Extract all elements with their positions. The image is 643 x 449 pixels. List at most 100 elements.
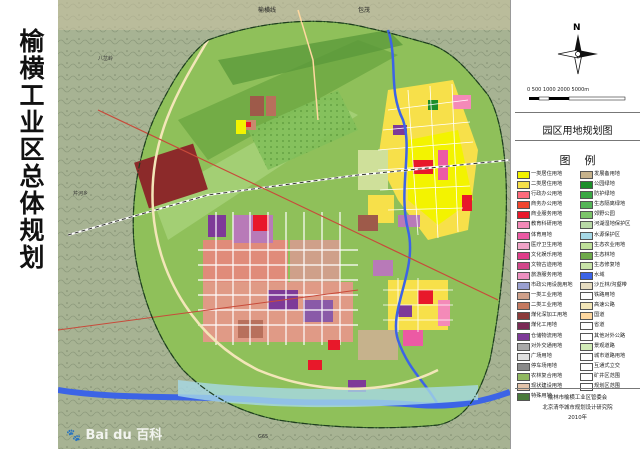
- legend-item: 现状建设用地: [517, 381, 579, 391]
- compass-icon: [557, 34, 598, 75]
- legend-heading: 图例: [559, 154, 610, 167]
- divider: [515, 112, 640, 113]
- legend-swatch: [580, 171, 593, 179]
- legend-swatch: [517, 181, 530, 190]
- legend-label: 国道: [594, 312, 605, 319]
- legend-item: 生态林地: [580, 250, 642, 260]
- legend-swatch: [517, 201, 530, 210]
- legend-label: 互通式立交: [594, 362, 620, 369]
- legend-item: 防护绿地: [580, 189, 642, 200]
- legend-swatch: [580, 251, 593, 260]
- legend-item: 国道: [580, 310, 642, 321]
- legend-label: 城市道路用地: [594, 352, 626, 359]
- legend-label: 煤化工用地: [531, 322, 557, 329]
- legend-item: 景观道路: [580, 341, 642, 351]
- legend-swatch: [517, 322, 530, 331]
- legend-label: 医疗卫生用地: [531, 241, 563, 248]
- legend-row: 现状建设用地 规划区范围: [517, 381, 641, 391]
- legend-label: 郊野公园: [594, 211, 615, 218]
- legend-label: 仓储物流用地: [531, 332, 563, 339]
- legend-row: 行政办公用地 防护绿地: [517, 189, 642, 200]
- legend-swatch: [580, 322, 593, 331]
- legend-grid: 一类居住用地 发展备用地二类居住用地 公园绿地 行政办公用地 防护绿地 商务办公用地 生态隔…: [517, 169, 642, 402]
- label-top-road-2: 包茂: [358, 6, 370, 14]
- yellow-block-top: [236, 120, 246, 134]
- legend-label: 文物古迹用地: [531, 261, 563, 268]
- legend-swatch: [517, 362, 530, 371]
- legend-swatch: [580, 312, 593, 321]
- legend-item: 水域: [580, 270, 642, 280]
- legend-item: 市政公用设施用地: [517, 280, 579, 291]
- map-canvas[interactable]: 榆横线 包茂 八岔岭 芹河乡 G65 🐾 Bai du 百科: [58, 0, 510, 449]
- legend-label: 公园绿地: [594, 181, 615, 188]
- legend-item: 停车场用地: [517, 361, 579, 371]
- legend-label: 二类居住用地: [531, 181, 563, 188]
- legend-label: 沙丘林/沟壑带: [594, 282, 627, 289]
- legend-item: 城市道路用地: [580, 351, 642, 361]
- legend-swatch: [517, 251, 530, 260]
- legend-row: 旅游服务用地 水域: [517, 270, 641, 280]
- legend-item: 铁路用地: [580, 290, 642, 301]
- legend-label: 河湖湿地保护区: [594, 221, 631, 228]
- legend-swatch: [517, 352, 530, 361]
- legend-row: 文化娱乐用地 生态林地: [517, 250, 641, 260]
- legend-swatch: [580, 332, 593, 341]
- legend-label: 生态隔离绿地: [594, 201, 626, 208]
- legend-label: 一类工业用地: [531, 292, 563, 299]
- legend-swatch: [517, 302, 530, 311]
- industrial-block-south2: [308, 360, 322, 370]
- legend-item: 旅游服务用地: [517, 270, 579, 280]
- legend-item: 煤化深加工用地: [517, 310, 579, 321]
- legend-swatch: [517, 292, 530, 301]
- legend-label: 省道: [594, 322, 605, 329]
- legend-swatch: [580, 302, 593, 311]
- legend-swatch: [517, 312, 530, 321]
- legend-swatch: [517, 282, 530, 291]
- baidu-paw-icon: 🐾: [66, 428, 81, 442]
- legend-row: 停车场用地 互通式立交: [517, 361, 641, 371]
- legend-swatch: [517, 221, 530, 230]
- legend-row: 市政公用设施用地 沙丘林/沟壑带: [517, 280, 641, 291]
- legend-label: 商业服务用地: [531, 211, 563, 218]
- legend-label: 现状建设用地: [531, 382, 563, 389]
- legend-label: 景观道路: [594, 342, 615, 349]
- legend-row: 煤化工用地 省道: [517, 320, 641, 331]
- legend-item: 二类工业用地: [517, 300, 579, 311]
- legend-item: 教育科研用地: [517, 219, 579, 230]
- legend-label: 教育科研用地: [531, 221, 563, 228]
- legend-swatch: [580, 241, 593, 250]
- legend-item: 发展备用地: [580, 169, 642, 179]
- label-bottom-road: G65: [258, 434, 268, 440]
- legend-label: 水源保护区: [594, 231, 620, 238]
- legend-item: 一类工业用地: [517, 290, 579, 301]
- legend-item: 水源保护区: [580, 230, 642, 240]
- legend-row: 广场用地 城市道路用地: [517, 351, 641, 361]
- legend-swatch: [517, 261, 530, 270]
- legend-item: 文化娱乐用地: [517, 250, 579, 260]
- legend-label: 商务办公用地: [531, 201, 563, 208]
- legend-row: 对外交通用地 景观道路: [517, 341, 641, 351]
- legend-swatch: [580, 282, 593, 291]
- legend-label: 矿井区范围: [594, 372, 620, 379]
- legend-row: 一类居住用地 发展备用地: [517, 169, 641, 179]
- label-left-village: 芹河乡: [73, 190, 88, 197]
- legend-label: 生态林地: [594, 251, 615, 258]
- legend-label: 防护绿地: [594, 191, 615, 198]
- legend-row: 商业服务用地 郊野公园: [517, 209, 641, 220]
- map-title: 榆横工业区总体规划: [16, 28, 45, 271]
- legend-swatch: [517, 191, 530, 200]
- legend-item: 一类居住用地: [517, 169, 579, 179]
- legend-label: 广场用地: [531, 352, 552, 359]
- legend-label: 高速公路: [594, 302, 615, 309]
- legend-swatch: [580, 382, 593, 391]
- legend-item: 商务办公用地: [517, 199, 579, 210]
- legend-panel: N 0 500 1000 2000 5000m 园区用地规划图 图例 一类居住用…: [510, 0, 643, 449]
- legend-item: 互通式立交: [580, 361, 642, 371]
- legend-label: 发展备用地: [594, 171, 620, 177]
- divider: [515, 388, 640, 389]
- legend-row: 教育科研用地 河湖湿地保护区: [517, 219, 641, 230]
- legend-row: 农林复合用地 矿井区范围: [517, 371, 641, 381]
- legend-row: 商务办公用地 生态隔离绿地: [517, 199, 641, 210]
- scale-text: 0 500 1000 2000 5000m: [527, 87, 590, 93]
- legend-swatch: [517, 372, 530, 381]
